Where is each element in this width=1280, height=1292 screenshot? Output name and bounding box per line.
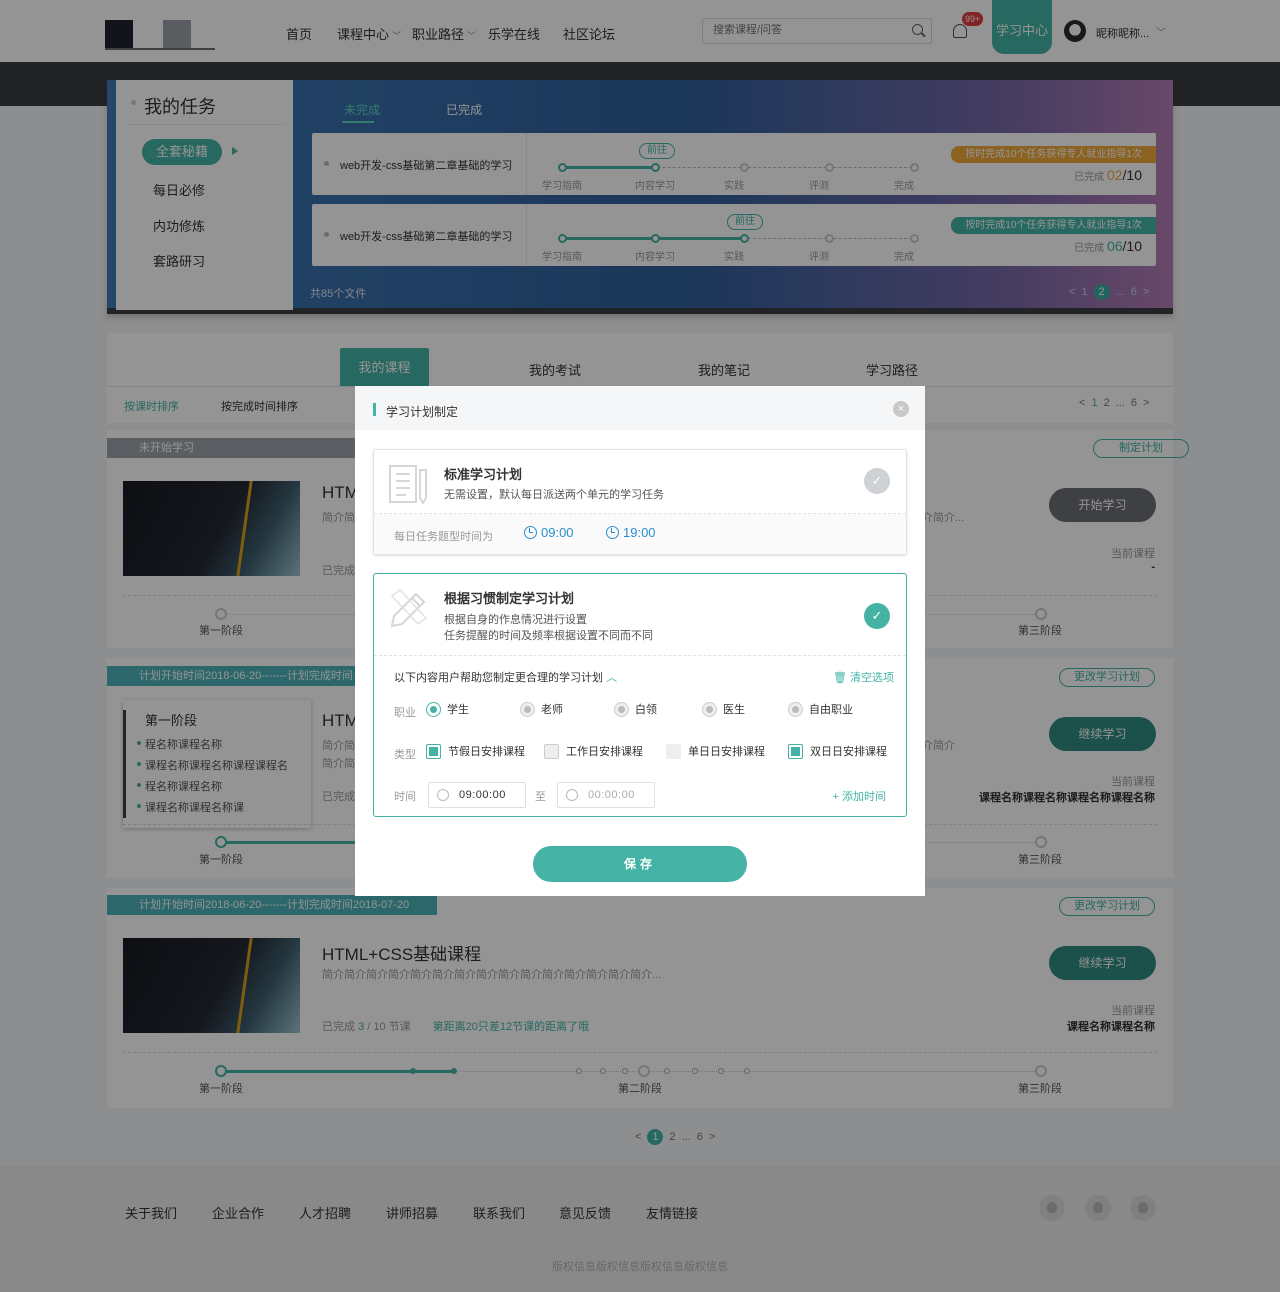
checkbox-workday[interactable]: 工作日安排课程	[544, 743, 643, 759]
custom-plan-option[interactable]: 根据习惯制定学习计划 根据自身的作息情况进行设置 任务提醒的时间及频率根据设置不…	[373, 573, 907, 817]
time-to-input[interactable]: 00:00:00	[557, 782, 655, 808]
option-desc: 根据自身的作息情况进行设置	[444, 614, 587, 626]
time-from-input[interactable]: 09:00:00	[428, 782, 526, 808]
radio-white-collar[interactable]: 白领	[614, 701, 657, 717]
time-separator: 至	[535, 791, 546, 803]
time-chip-morning[interactable]: 09:00	[524, 525, 574, 540]
checkbox-odd-day[interactable]: 单日日安排课程	[666, 743, 765, 759]
check-circle-icon[interactable]: ✓	[864, 603, 890, 629]
add-time-button[interactable]: + 添加时间	[833, 788, 886, 804]
clear-options-button[interactable]: 🗑 清空选项	[833, 669, 894, 685]
clock-icon	[606, 526, 619, 539]
help-text[interactable]: 以下内容用户帮助您制定更合理的学习计划 ︿	[394, 669, 617, 685]
time-label: 时间	[394, 791, 416, 803]
chevron-up-icon[interactable]: ︿	[606, 672, 617, 684]
clock-icon	[524, 526, 537, 539]
modal-title: 学习计划制定	[386, 405, 459, 419]
title-accent-bar	[373, 403, 376, 416]
radio-teacher[interactable]: 老师	[520, 701, 563, 717]
clock-icon	[437, 789, 449, 801]
save-button[interactable]: 保存	[533, 846, 747, 882]
option-title: 根据习惯制定学习计划	[444, 591, 575, 606]
job-label: 职业	[394, 707, 416, 719]
check-circle-icon[interactable]: ✓	[864, 468, 890, 494]
study-plan-modal: 学习计划制定 × 标准学习计划 无需设置，默认每日派送两个单元的学习任务 ✓ 每…	[355, 386, 925, 896]
option-title: 标准学习计划	[444, 467, 523, 482]
pencil-ruler-icon	[390, 588, 428, 628]
checkbox-holiday[interactable]: 节假日安排课程	[426, 743, 525, 759]
radio-freelance[interactable]: 自由职业	[788, 701, 853, 717]
time-label: 每日任务题型时间为	[394, 531, 493, 543]
type-label: 类型	[394, 749, 416, 761]
clock-icon	[566, 789, 578, 801]
document-icon	[389, 465, 427, 505]
divider	[374, 655, 906, 656]
modal-header: 学习计划制定	[355, 386, 925, 430]
trash-icon: 🗑	[832, 672, 847, 684]
standard-plan-option[interactable]: 标准学习计划 无需设置，默认每日派送两个单元的学习任务 ✓ 每日任务题型时间为 …	[373, 449, 907, 555]
time-chip-evening[interactable]: 19:00	[606, 525, 656, 540]
close-icon[interactable]: ×	[893, 401, 909, 417]
checkbox-even-day[interactable]: 双日日安排课程	[788, 743, 887, 759]
option-desc: 任务提醒的时间及频率根据设置不同而不同	[444, 630, 653, 642]
option-desc: 无需设置，默认每日派送两个单元的学习任务	[444, 489, 664, 501]
radio-student[interactable]: 学生	[426, 701, 469, 717]
radio-doctor[interactable]: 医生	[702, 701, 745, 717]
daily-time-row: 每日任务题型时间为 09:00 19:00	[374, 514, 906, 554]
